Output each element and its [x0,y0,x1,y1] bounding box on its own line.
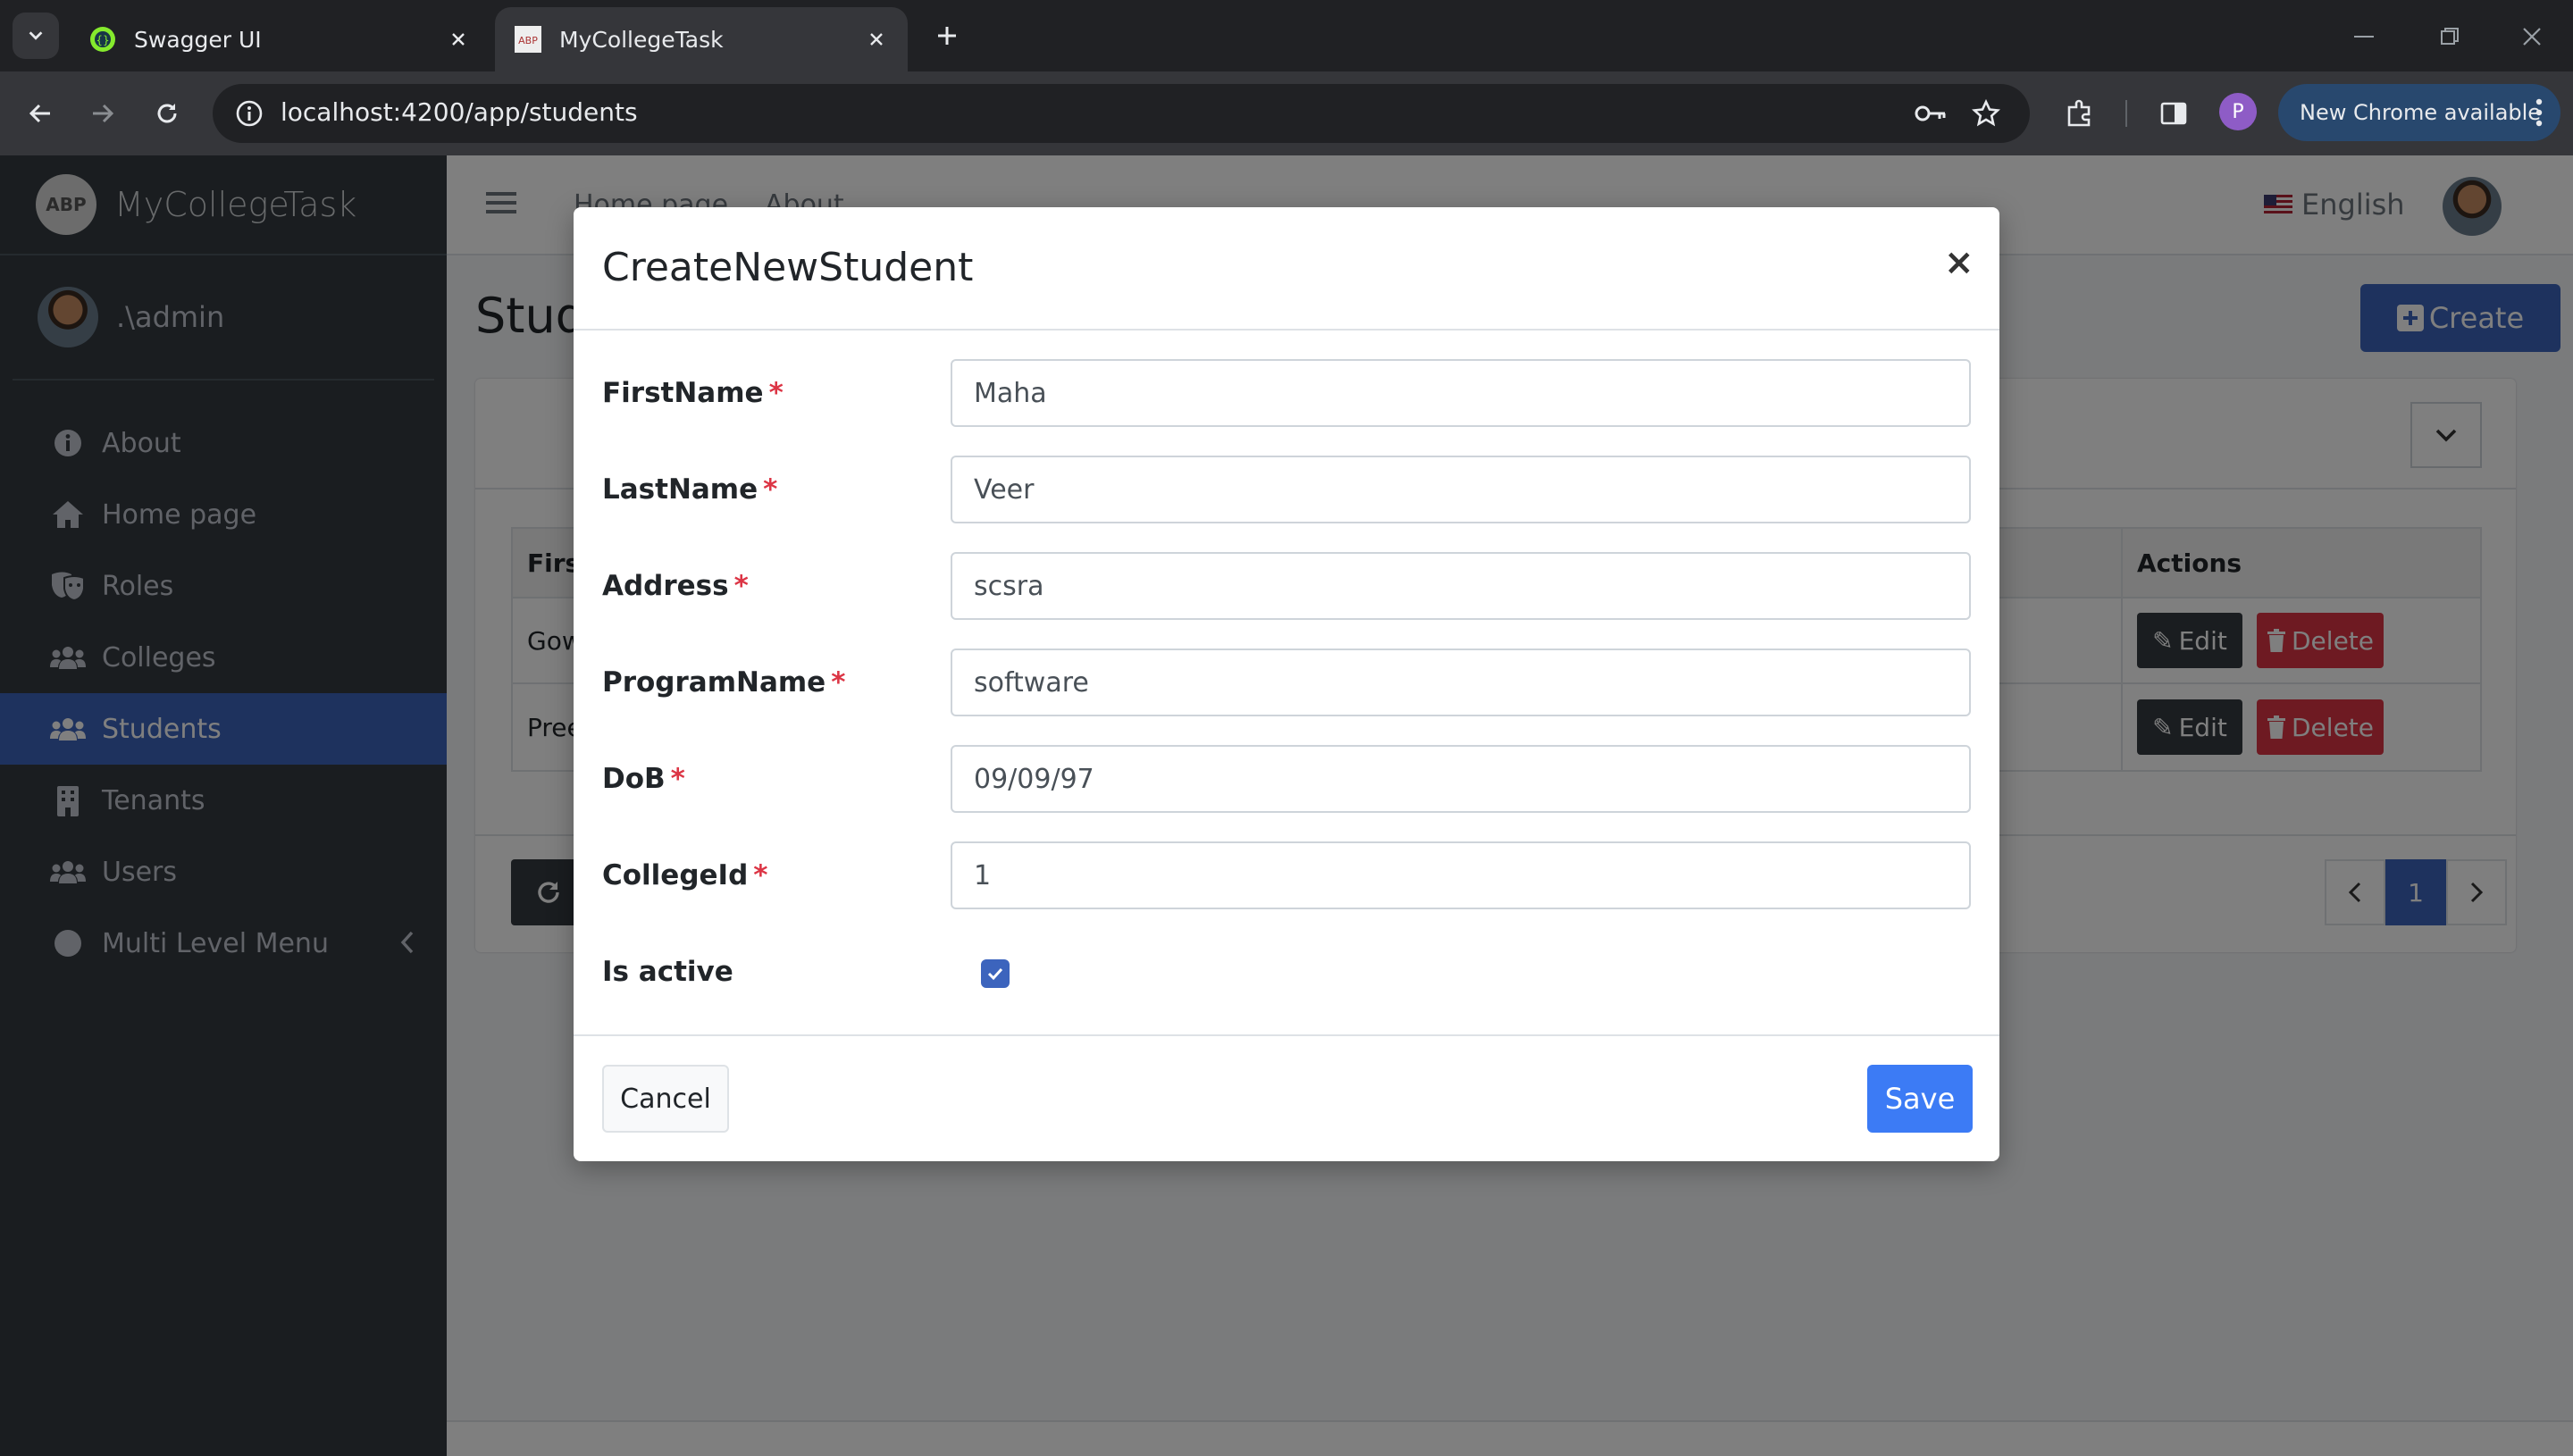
reload-button[interactable] [145,91,189,136]
form-row-lastname: LastName * [602,456,1971,523]
modal-header: CreateNewStudent × [574,207,1999,331]
minimize-icon [2354,36,2374,38]
profile-avatar[interactable]: P [2219,93,2257,130]
field-label: ProgramName * [602,666,846,699]
svg-text:ABP: ABP [518,35,538,46]
arrow-left-icon [29,104,50,123]
abp-favicon-icon: ABP [515,26,541,53]
close-icon [2523,28,2541,46]
restore-icon [2441,28,2459,45]
plus-icon [938,27,956,45]
window-close-button[interactable] [2505,14,2559,59]
field-label: FirstName * [602,377,784,409]
swagger-favicon-icon: {} [90,27,115,52]
puzzle-icon [2067,99,2091,127]
new-tab-button[interactable] [929,18,965,54]
field-label: CollegeId * [602,859,768,891]
new-chrome-available-button[interactable]: New Chrome available [2278,84,2560,141]
address-input[interactable] [951,552,1971,620]
password-key-icon[interactable] [1910,93,1951,134]
tab-title: Swagger UI [134,26,262,53]
address-bar[interactable]: localhost:4200/app/students [213,84,2030,143]
update-label: New Chrome available [2300,100,2542,125]
form-row-address: Address * [602,552,1971,620]
field-label: Is active [602,956,733,988]
tab-search-button[interactable] [13,13,59,59]
tab-mycollegetask[interactable]: ABP MyCollegeTask [495,7,908,71]
close-icon[interactable] [447,28,470,51]
toolbar-divider [2125,100,2127,127]
is-active-checkbox[interactable] [981,959,1010,988]
more-vert-icon [2535,98,2543,127]
reload-icon [157,104,177,123]
arrow-right-icon [93,104,114,123]
url-text: localhost:4200/app/students [281,97,638,127]
tab-swagger-ui[interactable]: {} Swagger UI [70,7,490,71]
save-button[interactable]: Save [1867,1065,1973,1133]
close-icon[interactable] [865,28,888,51]
close-icon[interactable]: × [1944,245,1974,280]
svg-text:{}: {} [96,34,109,46]
extensions-button[interactable] [2057,91,2101,136]
site-info-icon[interactable] [229,93,270,134]
checkmark-icon [987,967,1003,981]
back-button[interactable] [18,91,63,136]
create-student-modal: CreateNewStudent × FirstName* LastName* … [574,207,1999,1161]
field-label: LastName * [602,473,778,506]
field-label: Address * [602,570,749,602]
firstname-input[interactable] [951,359,1971,427]
tab-title: MyCollegeTask [559,26,724,53]
lastname-input[interactable] [951,456,1971,523]
form-row-is-active: Is active [602,938,1971,1006]
programname-input[interactable] [951,649,1971,716]
form-row-firstname: FirstName * [602,359,1971,427]
browser-toolbar: localhost:4200/app/students [0,71,2573,155]
cancel-button[interactable]: Cancel [602,1065,729,1133]
form-row-programname: ProgramName * [602,649,1971,716]
field-label: DoB * [602,763,685,795]
side-panel-button[interactable] [2151,91,2196,136]
modal-title: CreateNewStudent [602,245,974,290]
collegeid-input[interactable] [951,841,1971,909]
form-row-collegeid: CollegeId * [602,841,1971,909]
browser-tabstrip: {} Swagger UI ABP MyCollegeTask [0,0,2573,71]
dob-input[interactable] [951,745,1971,813]
modal-footer: Cancel Save [574,1034,1999,1161]
forward-button[interactable] [80,91,125,136]
form-row-dob: DoB * [602,745,1971,813]
chevron-down-icon [29,31,43,40]
minimize-button[interactable] [2337,14,2391,59]
side-panel-icon [2160,102,2187,125]
bookmark-star-icon[interactable] [1965,93,2007,134]
restore-button[interactable] [2423,14,2477,59]
